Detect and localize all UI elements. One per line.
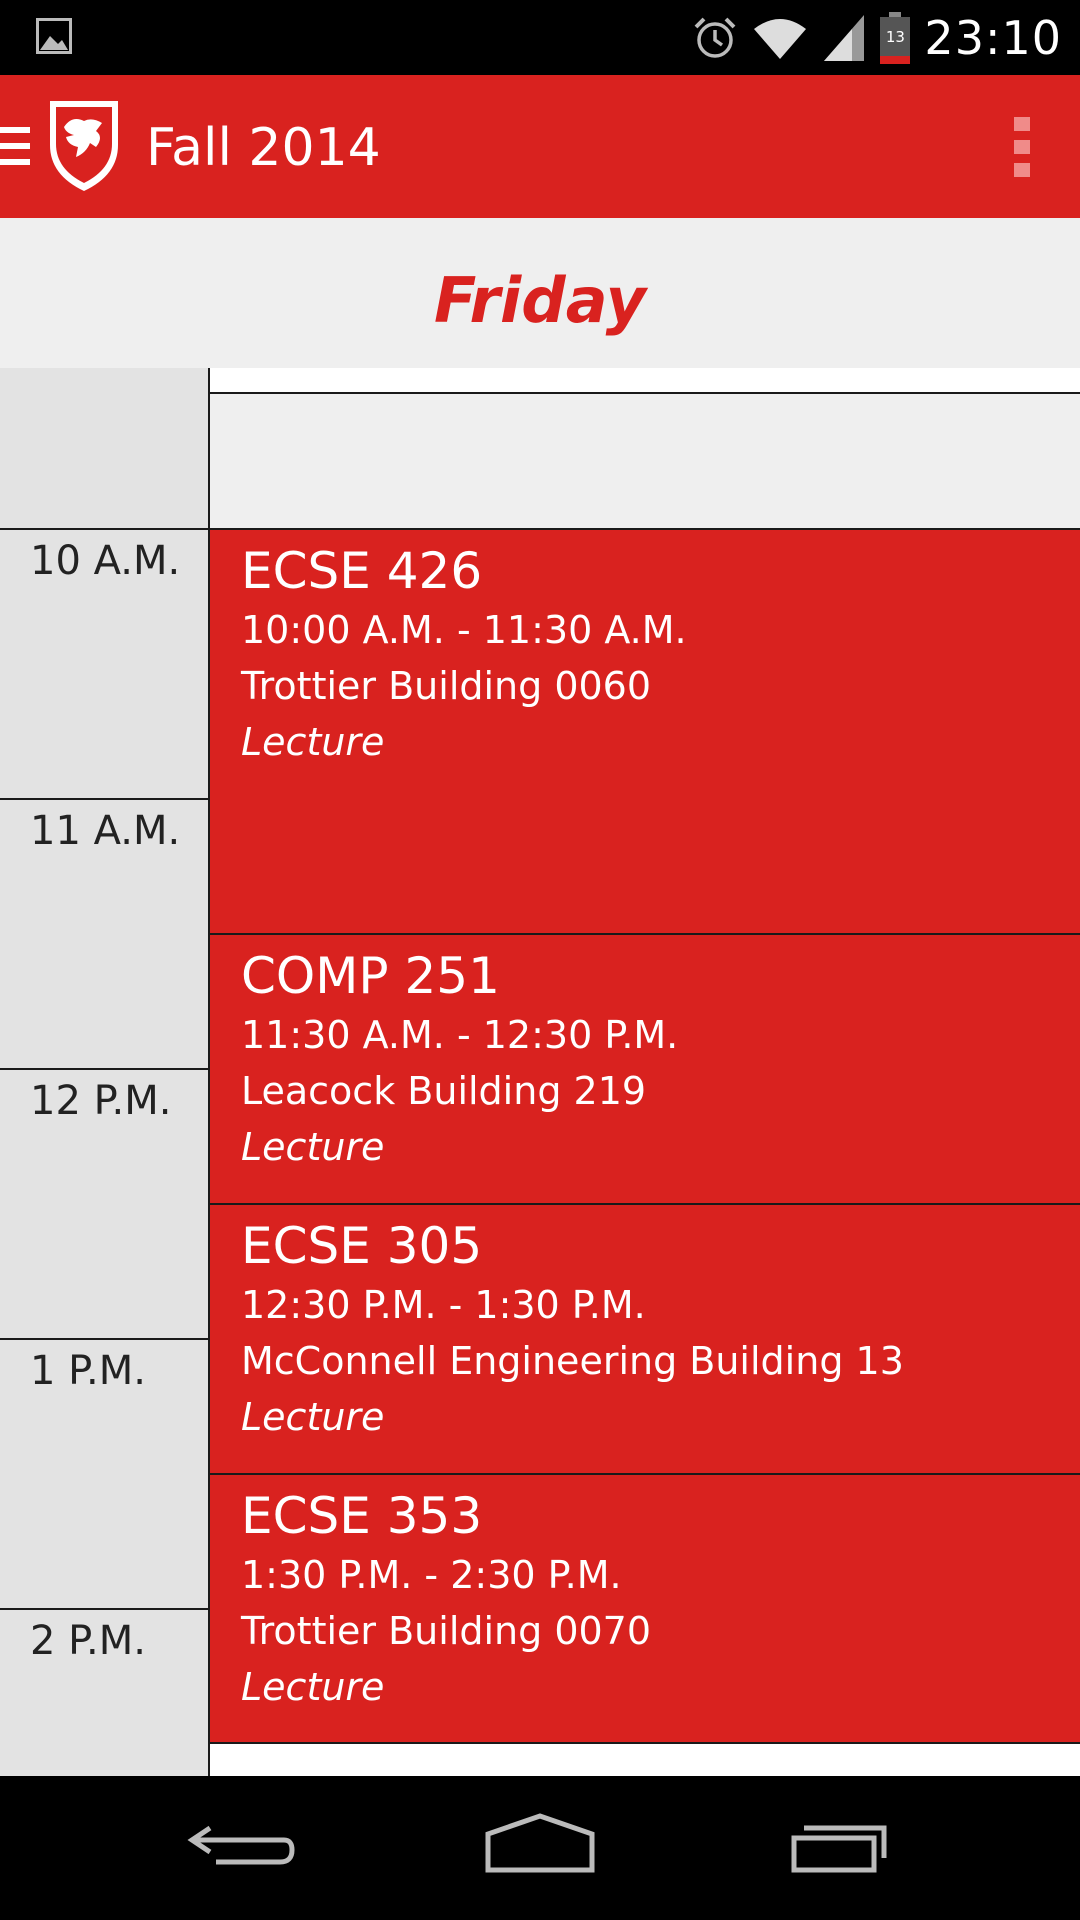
schedule-divider xyxy=(210,1742,1080,1744)
event-card-ecse-305[interactable]: ECSE 305 12:30 P.M. - 1:30 P.M. McConnel… xyxy=(210,1203,1080,1473)
time-label: 10 A.M. xyxy=(30,538,181,584)
back-icon[interactable] xyxy=(180,1812,300,1884)
status-time: 23:10 xyxy=(924,10,1062,65)
home-icon[interactable] xyxy=(480,1812,600,1884)
mcgill-shield-logo[interactable] xyxy=(46,97,122,193)
event-location: McConnell Engineering Building 13 xyxy=(241,1339,904,1383)
alarm-icon xyxy=(695,17,736,58)
time-slot: 2 P.M. xyxy=(0,1608,208,1776)
event-type: Lecture xyxy=(241,1395,385,1439)
battery-icon: 13 xyxy=(880,11,911,64)
overflow-menu-icon[interactable] xyxy=(1014,117,1030,177)
app-bar: Fall 2014 xyxy=(0,75,1080,218)
event-time: 12:30 P.M. - 1:30 P.M. xyxy=(241,1283,646,1327)
event-type: Lecture xyxy=(241,1125,385,1169)
event-card-ecse-426[interactable]: ECSE 426 10:00 A.M. - 11:30 A.M. Trottie… xyxy=(210,528,1080,933)
app-title: Fall 2014 xyxy=(146,118,381,178)
hamburger-menu-icon[interactable] xyxy=(0,127,30,167)
image-notification-icon xyxy=(36,18,72,54)
event-course: ECSE 305 xyxy=(241,1217,483,1275)
time-label: 12 P.M. xyxy=(30,1078,172,1124)
time-label: 1 P.M. xyxy=(30,1348,146,1394)
time-label: 11 A.M. xyxy=(30,808,181,854)
event-time: 11:30 A.M. - 12:30 P.M. xyxy=(241,1013,679,1057)
day-title: Friday xyxy=(433,264,647,337)
event-course: COMP 251 xyxy=(241,947,500,1005)
event-card-comp-251[interactable]: COMP 251 11:30 A.M. - 12:30 P.M. Leacock… xyxy=(210,933,1080,1203)
event-location: Trottier Building 0070 xyxy=(241,1609,652,1653)
event-type: Lecture xyxy=(241,1665,385,1709)
time-slot: 1 P.M. xyxy=(0,1338,208,1608)
event-course: ECSE 426 xyxy=(241,542,483,600)
navigation-bar xyxy=(0,1776,1080,1920)
event-course: ECSE 353 xyxy=(241,1487,483,1545)
day-header: Friday xyxy=(0,218,1080,368)
event-location: Trottier Building 0060 xyxy=(241,664,652,708)
cell-signal-icon xyxy=(824,14,865,61)
battery-level: 13 xyxy=(885,27,905,46)
empty-time-slot[interactable] xyxy=(210,392,1080,528)
status-bar: 13 23:10 xyxy=(0,0,1080,75)
time-column: 10 A.M. 11 A.M. 12 P.M. 1 P.M. 2 P.M. xyxy=(0,368,210,1776)
recent-apps-icon[interactable] xyxy=(780,1812,900,1884)
event-location: Leacock Building 219 xyxy=(241,1069,647,1113)
schedule-view[interactable]: 10 A.M. 11 A.M. 12 P.M. 1 P.M. 2 P.M. EC… xyxy=(0,368,1080,1776)
time-slot: 10 A.M. xyxy=(0,528,208,798)
event-time: 10:00 A.M. - 11:30 A.M. xyxy=(241,608,687,652)
event-card-ecse-353[interactable]: ECSE 353 1:30 P.M. - 2:30 P.M. Trottier … xyxy=(210,1473,1080,1743)
time-slot: 12 P.M. xyxy=(0,1068,208,1338)
event-type: Lecture xyxy=(241,720,385,764)
time-label: 2 P.M. xyxy=(30,1618,146,1664)
wifi-icon xyxy=(754,18,807,59)
time-slot: 11 A.M. xyxy=(0,798,208,1068)
event-time: 1:30 P.M. - 2:30 P.M. xyxy=(241,1553,622,1597)
